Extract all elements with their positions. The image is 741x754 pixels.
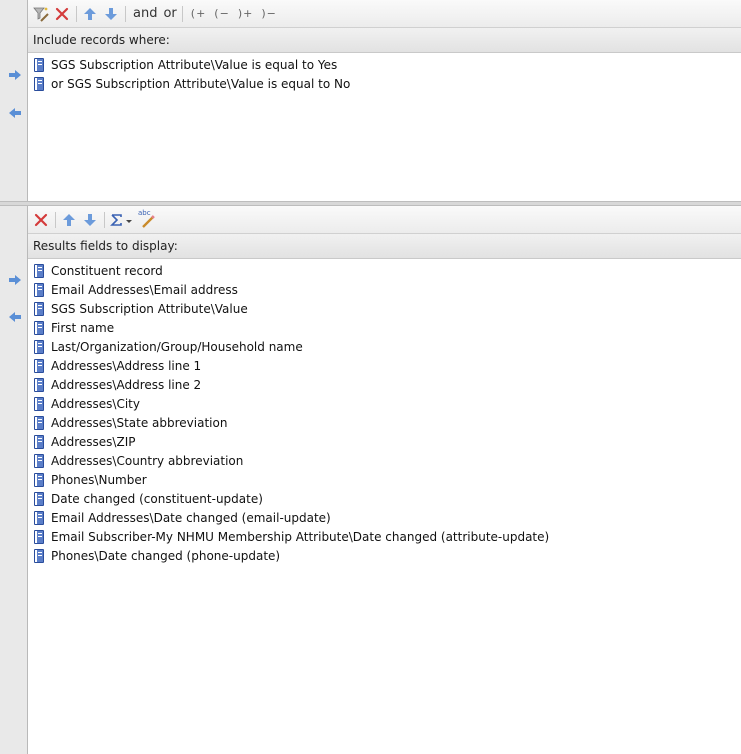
- or-button[interactable]: or: [160, 6, 179, 21]
- list-item[interactable]: Addresses\Address line 2: [28, 375, 741, 394]
- list-item-label: Email Subscriber-My NHMU Membership Attr…: [51, 529, 550, 544]
- results-list[interactable]: Constituent record Email Addresses\Email…: [28, 259, 741, 754]
- field-icon: [34, 377, 44, 392]
- list-item-label: Addresses\City: [51, 396, 140, 411]
- field-icon: [34, 339, 44, 354]
- list-item[interactable]: Email Addresses\Date changed (email-upda…: [28, 508, 741, 527]
- results-panel: abc Results fields to display: Constitue…: [0, 206, 741, 754]
- filter-options-button[interactable]: [32, 4, 50, 24]
- delete-field-button[interactable]: [32, 210, 50, 230]
- add-close-paren-button[interactable]: )+: [234, 7, 258, 20]
- list-item[interactable]: Email Subscriber-My NHMU Membership Attr…: [28, 527, 741, 546]
- toolbar-separator: [104, 211, 105, 228]
- spell-check-icon: abc: [138, 209, 156, 229]
- list-item[interactable]: Email Addresses\Email address: [28, 280, 741, 299]
- list-item[interactable]: Phones\Number: [28, 470, 741, 489]
- list-item-label: Phones\Date changed (phone-update): [51, 548, 281, 563]
- list-item[interactable]: SGS Subscription Attribute\Value: [28, 299, 741, 318]
- toolbar-separator: [125, 5, 126, 22]
- add-criteria-arrow-icon[interactable]: [8, 69, 22, 81]
- remove-field-arrow-icon[interactable]: [8, 311, 22, 323]
- list-item-label: SGS Subscription Attribute\Value: [51, 301, 248, 316]
- list-item-label: Phones\Number: [51, 472, 147, 487]
- list-item[interactable]: Addresses\City: [28, 394, 741, 413]
- results-gutter: [0, 206, 28, 754]
- criteria-toolbar: and or (+ (− )+ )−: [28, 0, 741, 28]
- list-item[interactable]: SGS Subscription Attribute\Value is equa…: [28, 55, 741, 74]
- list-item[interactable]: Addresses\ZIP: [28, 432, 741, 451]
- list-item[interactable]: Last/Organization/Group/Household name: [28, 337, 741, 356]
- list-item[interactable]: First name: [28, 318, 741, 337]
- criteria-list[interactable]: SGS Subscription Attribute\Value is equa…: [28, 53, 741, 201]
- list-item-label: Addresses\ZIP: [51, 434, 136, 449]
- summary-dropdown-button[interactable]: [109, 210, 135, 230]
- field-icon: [34, 263, 44, 278]
- list-item-label: Email Addresses\Date changed (email-upda…: [51, 510, 331, 525]
- list-item-label: Addresses\State abbreviation: [51, 415, 228, 430]
- move-up-button[interactable]: [60, 210, 78, 230]
- field-icon: [34, 529, 44, 544]
- move-down-button[interactable]: [81, 210, 99, 230]
- toolbar-separator: [181, 5, 183, 22]
- list-item-label: Last/Organization/Group/Household name: [51, 339, 303, 354]
- field-icon: [34, 510, 44, 525]
- list-item-label: or SGS Subscription Attribute\Value is e…: [51, 76, 351, 91]
- results-header: Results fields to display:: [28, 234, 741, 259]
- field-icon: [34, 415, 44, 430]
- list-item-label: Addresses\Address line 2: [51, 377, 202, 392]
- criteria-header: Include records where:: [28, 28, 741, 53]
- field-icon: [34, 548, 44, 563]
- field-icon: [34, 434, 44, 449]
- sigma-dropdown-icon: [110, 213, 132, 226]
- criteria-panel: and or (+ (− )+ )− Include records where…: [0, 0, 741, 201]
- list-item-label: Addresses\Country abbreviation: [51, 453, 244, 468]
- list-item-label: Date changed (constituent-update): [51, 491, 263, 506]
- field-icon: [34, 491, 44, 506]
- arrow-up-icon: [84, 7, 96, 20]
- list-item-label: Constituent record: [51, 263, 163, 278]
- field-icon: [34, 76, 44, 91]
- list-item-label: Addresses\Address line 1: [51, 358, 202, 373]
- field-icon: [34, 472, 44, 487]
- move-up-button[interactable]: [81, 4, 99, 24]
- field-icon: [34, 358, 44, 373]
- move-down-button[interactable]: [102, 4, 120, 24]
- arrow-up-icon: [63, 213, 75, 226]
- remove-close-paren-button[interactable]: )−: [257, 7, 281, 20]
- list-item-label: First name: [51, 320, 115, 335]
- arrow-down-icon: [84, 213, 96, 226]
- list-item-label: Email Addresses\Email address: [51, 282, 238, 297]
- criteria-gutter: [0, 0, 28, 201]
- delete-criteria-button[interactable]: [53, 4, 71, 24]
- remove-open-paren-button[interactable]: (−: [210, 7, 234, 20]
- remove-criteria-arrow-icon[interactable]: [8, 107, 22, 119]
- toolbar-separator: [76, 5, 77, 22]
- delete-x-icon: [55, 7, 69, 20]
- add-open-paren-button[interactable]: (+: [187, 7, 211, 20]
- field-icon: [34, 301, 44, 316]
- list-item[interactable]: Constituent record: [28, 261, 741, 280]
- list-item[interactable]: Addresses\Address line 1: [28, 356, 741, 375]
- list-item[interactable]: Phones\Date changed (phone-update): [28, 546, 741, 565]
- field-icon: [34, 453, 44, 468]
- toolbar-separator: [55, 211, 56, 228]
- and-button[interactable]: and: [130, 6, 160, 21]
- field-icon: [34, 57, 44, 72]
- list-item[interactable]: or SGS Subscription Attribute\Value is e…: [28, 74, 741, 93]
- field-icon: [34, 282, 44, 297]
- add-field-arrow-icon[interactable]: [8, 274, 22, 286]
- filter-wand-icon: [33, 7, 49, 22]
- list-item[interactable]: Addresses\State abbreviation: [28, 413, 741, 432]
- results-toolbar: abc: [28, 206, 741, 234]
- list-item-label: SGS Subscription Attribute\Value is equa…: [51, 57, 338, 72]
- arrow-down-icon: [105, 7, 117, 20]
- field-icon: [34, 396, 44, 411]
- delete-x-icon: [34, 213, 48, 226]
- list-item[interactable]: Date changed (constituent-update): [28, 489, 741, 508]
- field-icon: [34, 320, 44, 335]
- list-item[interactable]: Addresses\Country abbreviation: [28, 451, 741, 470]
- spell-check-button[interactable]: abc: [138, 209, 156, 230]
